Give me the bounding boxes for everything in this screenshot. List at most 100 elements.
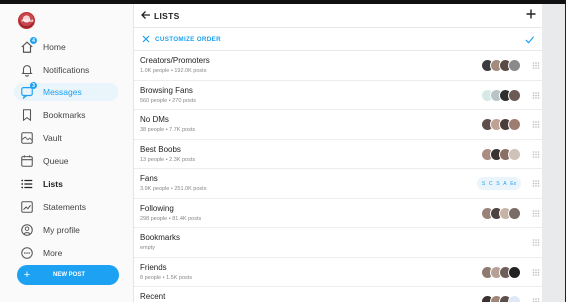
list-meta: empty <box>140 245 155 251</box>
avatar <box>508 88 521 102</box>
avatar <box>508 295 521 302</box>
list-meta: 13 people • 2.3K posts <box>140 156 196 163</box>
list-row-bookmarks[interactable]: Bookmarks empty <box>134 228 543 258</box>
avatar <box>508 59 521 72</box>
sidebar-item-bookmarks[interactable]: Bookmarks <box>14 106 118 124</box>
sidebar-item-more[interactable]: More <box>14 244 118 262</box>
avatar-group <box>481 206 521 220</box>
home-badge: 4 <box>30 37 37 44</box>
avatar-group <box>481 147 521 161</box>
list-name: Creators/Promoters <box>140 56 210 65</box>
list-row-no-dms[interactable]: No DMs 38 people • 7.7K posts <box>134 110 543 140</box>
sidebar-item-label: Lists <box>43 179 63 189</box>
sidebar-item-messages[interactable]: 3 Messages <box>14 82 118 101</box>
avatar-group <box>481 118 521 131</box>
fan-chip: A <box>503 180 507 187</box>
lists-panel: LISTS CUSTOMIZE ORDER Creators/Promoters… <box>133 4 543 302</box>
list-name: Bookmarks <box>140 233 181 242</box>
drag-handle-icon[interactable] <box>532 268 540 276</box>
fan-chip: S <box>496 180 500 187</box>
page-background-right <box>542 4 566 302</box>
customize-order-label: CUSTOMIZE ORDER <box>155 36 221 43</box>
fan-chip: C <box>488 180 493 187</box>
list-meta: 298 people • 81.4K posts <box>140 215 202 222</box>
list-meta: 1.0K people • 192.0K posts <box>140 68 207 74</box>
customize-order-bar: CUSTOMIZE ORDER <box>134 28 543 51</box>
add-list-icon[interactable] <box>525 8 537 20</box>
avatar-group <box>481 295 521 302</box>
plus-icon: + <box>23 269 31 281</box>
sidebar-item-lists[interactable]: Lists <box>14 175 118 193</box>
chart-icon <box>20 200 34 214</box>
new-post-label: NEW POST <box>53 272 86 278</box>
list-name: Following <box>140 203 174 213</box>
sidebar-item-label: My profile <box>43 225 80 235</box>
confirm-check-icon[interactable] <box>524 34 535 45</box>
app-logo[interactable]: PROM <box>18 12 35 29</box>
list-meta: 8 people • 1.5K posts <box>140 274 193 281</box>
list-row-creators-promoters[interactable]: Creators/Promoters 1.0K people • 192.0K … <box>134 51 543 81</box>
list-row-following[interactable]: Following 298 people • 81.4K posts <box>134 199 543 228</box>
drag-handle-icon[interactable] <box>532 239 540 246</box>
avatar-group <box>481 265 521 279</box>
list-row-friends[interactable]: Friends 8 people • 1.5K posts <box>134 258 543 287</box>
sidebar-item-notifications[interactable]: Notifications <box>14 61 118 79</box>
messages-badge: 3 <box>30 82 37 89</box>
close-icon[interactable] <box>141 34 151 44</box>
more-icon <box>20 246 34 260</box>
drag-handle-icon[interactable] <box>532 62 540 69</box>
list-name: No DMs <box>140 115 169 124</box>
sidebar-item-queue[interactable]: Queue <box>14 152 118 170</box>
drag-handle-icon[interactable] <box>532 180 540 187</box>
avatar <box>508 206 521 220</box>
sidebar-item-label: Statements <box>43 202 86 212</box>
bookmark-icon <box>20 108 34 122</box>
new-post-button[interactable]: + NEW POST <box>17 265 119 285</box>
list-icon <box>20 177 34 191</box>
vault-icon <box>20 131 34 145</box>
page-title: LISTS <box>154 11 180 21</box>
lists-header: LISTS <box>134 4 543 28</box>
list-name: Friends <box>140 262 167 272</box>
sidebar-item-label: Home <box>43 42 66 52</box>
avatar <box>508 118 521 131</box>
fan-chip: Ex <box>510 180 517 187</box>
sidebar-item-label: More <box>43 248 63 258</box>
list-name: Fans <box>140 174 158 183</box>
sidebar-item-statements[interactable]: Statements <box>14 198 118 216</box>
list-meta: 3.9K people • 251.0K posts <box>140 186 207 192</box>
list-name: Best Boobs <box>140 144 181 154</box>
sidebar-item-label: Messages <box>43 87 82 97</box>
list-row-recent[interactable]: Recent <box>134 287 543 302</box>
fans-avatar-chips: S C S A Ex <box>477 177 521 190</box>
drag-handle-icon[interactable] <box>532 121 540 128</box>
list-meta: 560 people • 270 posts <box>140 97 197 104</box>
avatar-group <box>481 59 521 72</box>
fan-chip: S <box>481 180 486 187</box>
back-arrow-icon[interactable] <box>140 9 152 21</box>
list-row-best-boobs[interactable]: Best Boobs 13 people • 2.3K posts <box>134 140 543 169</box>
sidebar-item-vault[interactable]: Vault <box>14 129 118 147</box>
sidebar-item-label: Bookmarks <box>43 110 86 120</box>
list-name: Recent <box>140 292 166 301</box>
logo-text: PROM <box>21 18 34 23</box>
home-icon: 4 <box>20 37 37 54</box>
sidebar-item-label: Queue <box>43 156 69 166</box>
messages-icon: 3 <box>20 82 37 99</box>
drag-handle-icon[interactable] <box>532 209 540 217</box>
list-row-browsing-fans[interactable]: Browsing Fans 560 people • 270 posts <box>134 81 543 110</box>
sidebar: PROM 4 Home Notifications 3 Messages Boo… <box>0 4 133 302</box>
list-row-fans[interactable]: Fans 3.9K people • 251.0K posts S C S A … <box>134 169 543 199</box>
drag-handle-icon[interactable] <box>532 298 540 302</box>
avatar <box>508 147 521 161</box>
profile-icon <box>20 223 34 237</box>
sidebar-item-label: Notifications <box>43 65 90 75</box>
list-meta: 38 people • 7.7K posts <box>140 127 196 133</box>
drag-handle-icon[interactable] <box>532 150 540 158</box>
drag-handle-icon[interactable] <box>532 91 540 99</box>
sidebar-item-my-profile[interactable]: My profile <box>14 221 118 239</box>
avatar <box>508 265 521 279</box>
avatar-group <box>481 88 521 102</box>
sidebar-item-home[interactable]: 4 Home <box>14 37 118 56</box>
sidebar-item-label: Vault <box>43 133 62 143</box>
